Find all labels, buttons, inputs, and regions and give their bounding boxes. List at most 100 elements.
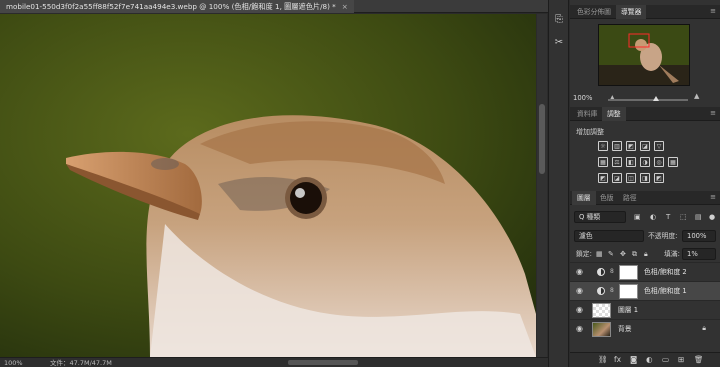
lock-artboard-icon[interactable]: ⧉ — [632, 248, 637, 260]
horizontal-scrollbar[interactable] — [288, 360, 358, 365]
status-bar: 100% 文件：47.7M/47.7M — [0, 357, 548, 367]
image-canvas[interactable] — [0, 14, 536, 357]
chain-link-icon[interactable]: 8 — [610, 268, 614, 275]
lock-all-icon[interactable]: 🔒︎ — [644, 248, 648, 260]
document-title: mobile01-550d3f0f2a55ff88f52f7e741aa494e… — [6, 2, 336, 11]
layers-tabs: 圖層 色版 路徑 ≡ — [570, 191, 720, 205]
navigator-zoom-slider[interactable] — [608, 96, 688, 101]
chain-link-icon[interactable]: 8 — [610, 287, 614, 294]
fill-label: 填滿: — [664, 250, 680, 258]
visibility-eye-icon[interactable]: ◉ — [576, 305, 583, 315]
panel-menu-icon[interactable]: ≡ — [710, 110, 716, 117]
navigator-preview — [599, 25, 689, 85]
adjustment-row-1: ☼ ▥ ◩ ◪ ▽ — [598, 141, 668, 153]
layer-name[interactable]: 圖層 1 — [618, 301, 638, 320]
layer-thumb-bird — [592, 322, 611, 337]
blend-mode-select[interactable]: 濾色 — [574, 230, 644, 242]
invert-icon[interactable]: ◩ — [598, 173, 608, 183]
adjustment-layer-icon — [597, 268, 605, 276]
threshold-icon[interactable]: ◫ — [626, 173, 636, 183]
new-adjustment-icon[interactable]: ◐ — [646, 355, 653, 364]
filter-smart-icon[interactable]: ▤ — [695, 211, 702, 223]
bird-photo — [0, 14, 536, 357]
delete-layer-icon[interactable]: 🗑︎ — [694, 355, 704, 364]
layer-row[interactable]: ◉ 背景 🔒︎ — [570, 319, 720, 338]
navigator-thumbnail[interactable] — [598, 24, 690, 86]
adjustment-row-2: ▦ ⚖ ◧ ◑ ◎ ▦ — [598, 157, 682, 169]
tab-channels[interactable]: 色版 — [595, 191, 619, 205]
visibility-eye-icon[interactable]: ◉ — [576, 286, 583, 296]
status-doc-size[interactable]: 文件：47.7M/47.7M — [50, 358, 112, 367]
lock-label: 鎖定: — [576, 250, 592, 258]
document-tab-bar: mobile01-550d3f0f2a55ff88f52f7e741aa494e… — [0, 0, 548, 13]
filter-shape-icon[interactable]: ⬚ — [680, 211, 687, 223]
layer-name[interactable]: 色相/飽和度 1 — [644, 282, 687, 301]
layer-filter-kind[interactable]: Q 種類 — [574, 211, 626, 223]
filter-toggle-icon[interactable]: ● — [709, 211, 715, 223]
fill-input[interactable]: 1% — [682, 248, 716, 260]
fx-icon[interactable]: fx — [614, 355, 621, 364]
photo-filter-icon[interactable]: ◑ — [640, 157, 650, 167]
add-mask-icon[interactable]: ◙ — [630, 355, 637, 364]
layer-mask-thumb[interactable] — [619, 284, 638, 299]
opacity-input[interactable]: 100% — [682, 230, 716, 242]
zoom-in-icon[interactable]: ▲ — [694, 92, 699, 100]
layer-name[interactable]: 背景 — [618, 320, 632, 339]
opacity-label: 不透明度: — [648, 232, 678, 240]
lock-transparent-icon[interactable]: ▦ — [596, 248, 603, 260]
channel-mixer-icon[interactable]: ◎ — [654, 157, 664, 167]
vibrance-icon[interactable]: ▽ — [654, 141, 664, 151]
hue-saturation-icon[interactable]: ▦ — [598, 157, 608, 167]
color-lookup-icon[interactable]: ▦ — [668, 157, 678, 167]
panel-menu-icon[interactable]: ≡ — [710, 8, 716, 15]
tools-icon[interactable]: ✂ — [553, 37, 565, 49]
selective-color-icon[interactable]: ◩ — [654, 173, 664, 183]
zoom-slider-knob[interactable] — [653, 96, 659, 101]
link-layers-icon[interactable]: ⛓ — [598, 355, 608, 364]
adjustment-row-3: ◩ ◪ ◫ ◨ ◩ — [598, 173, 668, 185]
color-balance-icon[interactable]: ⚖ — [612, 157, 622, 167]
visibility-eye-icon[interactable]: ◉ — [576, 324, 583, 334]
lock-icon: 🔒︎ — [702, 324, 706, 332]
panel-icon-strip: ⎘ ✂ — [548, 0, 569, 367]
curves-icon[interactable]: ◩ — [626, 141, 636, 151]
right-panels: 色彩分佈圖 導覽器 ≡ 100% ▲ ▲ 資料庫 調整 ≡ 增加調整 ☼ ▥ ◩… — [570, 0, 720, 367]
layer-row-selected[interactable]: ◉ 8 色相/飽和度 1 — [570, 281, 720, 300]
layer-row[interactable]: ◉ 8 色相/飽和度 2 — [570, 262, 720, 281]
tab-navigator[interactable]: 導覽器 — [616, 5, 647, 19]
black-white-icon[interactable]: ◧ — [626, 157, 636, 167]
tab-paths[interactable]: 路徑 — [618, 191, 642, 205]
layer-thumb-transparent — [592, 303, 611, 318]
exposure-icon[interactable]: ◪ — [640, 141, 650, 151]
close-tab-icon[interactable]: × — [342, 2, 348, 11]
photoshop-window: mobile01-550d3f0f2a55ff88f52f7e741aa494e… — [0, 0, 720, 367]
new-layer-icon[interactable]: ⊞ — [678, 355, 684, 364]
lock-image-icon[interactable]: ✎ — [608, 248, 614, 260]
scroll-thumb[interactable] — [539, 104, 545, 174]
brightness-icon[interactable]: ☼ — [598, 141, 608, 151]
gradient-map-icon[interactable]: ◨ — [640, 173, 650, 183]
navigator-zoom[interactable]: 100% — [573, 94, 592, 102]
adjustments-tabs: 資料庫 調整 ≡ — [570, 107, 720, 121]
panel-menu-icon[interactable]: ≡ — [710, 194, 716, 201]
levels-icon[interactable]: ▥ — [612, 141, 622, 151]
layer-row[interactable]: ◉ 圖層 1 — [570, 300, 720, 319]
posterize-icon[interactable]: ◪ — [612, 173, 622, 183]
new-group-icon[interactable]: ▭ — [662, 355, 669, 364]
document-tab[interactable]: mobile01-550d3f0f2a55ff88f52f7e741aa494e… — [0, 0, 354, 13]
tab-adjustments[interactable]: 調整 — [602, 107, 626, 121]
filter-pixel-icon[interactable]: ▣ — [634, 211, 641, 223]
filter-adjust-icon[interactable]: ◐ — [650, 211, 656, 223]
history-icon[interactable]: ⎘ — [553, 14, 565, 26]
vertical-scrollbar[interactable] — [537, 14, 547, 357]
layer-mask-thumb[interactable] — [619, 265, 638, 280]
status-zoom[interactable]: 100% — [4, 358, 23, 367]
tab-layers[interactable]: 圖層 — [572, 191, 596, 205]
tab-libraries[interactable]: 資料庫 — [572, 107, 602, 121]
filter-type-icon[interactable]: T — [666, 211, 670, 223]
layer-name[interactable]: 色相/飽和度 2 — [644, 263, 687, 282]
navigator-tabs: 色彩分佈圖 導覽器 ≡ — [570, 5, 720, 19]
lock-position-icon[interactable]: ✥ — [620, 248, 626, 260]
visibility-eye-icon[interactable]: ◉ — [576, 267, 583, 277]
tab-histogram[interactable]: 色彩分佈圖 — [572, 5, 616, 19]
